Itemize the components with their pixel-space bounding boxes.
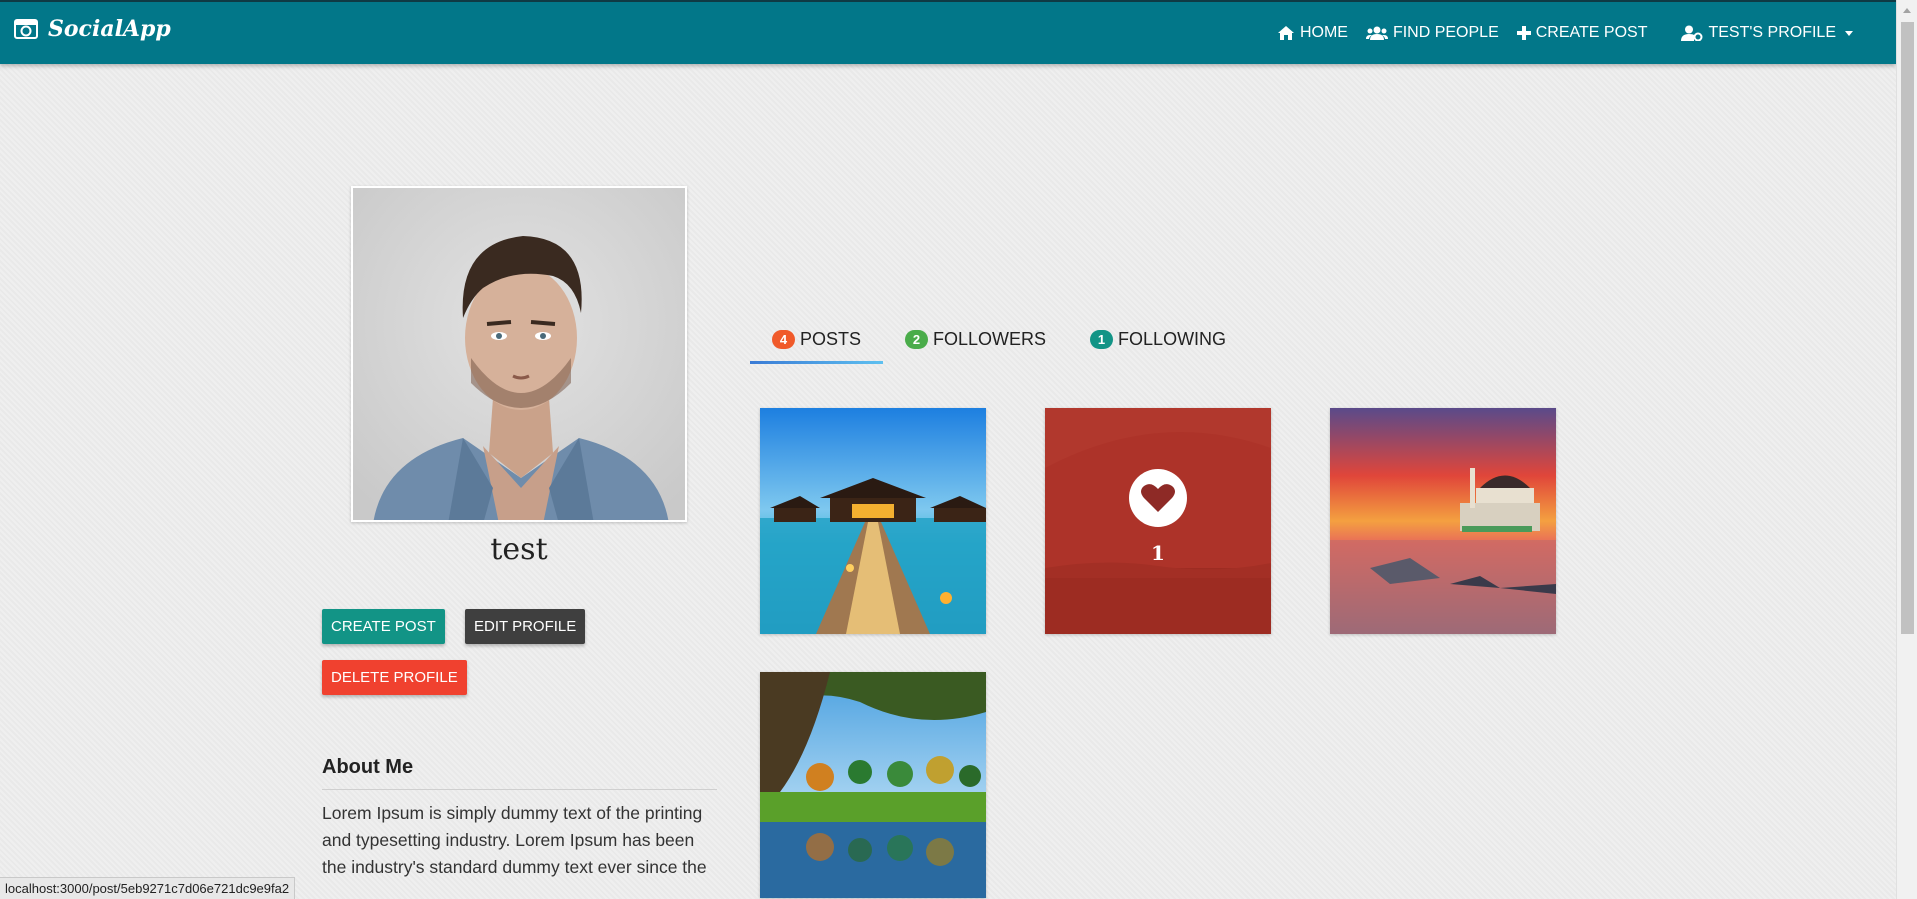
profile-avatar	[351, 186, 687, 522]
profile-username: test	[490, 532, 548, 567]
tab-following[interactable]: 1 FOLLOWING	[1068, 300, 1248, 364]
nav-links: HOME FIND PEOPLE CREATE POST TEST'S PROF…	[1268, 2, 1862, 64]
tab-following-label: FOLLOWING	[1118, 328, 1227, 349]
tree-lake-reflection-image	[760, 672, 986, 898]
caret-down-icon	[1845, 30, 1853, 36]
post-thumbnail[interactable]	[760, 408, 986, 634]
browser-status-url: localhost:3000/post/5eb9271c7d06e721dc9e…	[0, 877, 296, 899]
tab-posts[interactable]: 4 POSTS	[750, 300, 884, 364]
following-count-badge: 1	[1090, 329, 1114, 349]
mosque-sunset-image	[1330, 408, 1556, 634]
followers-count-badge: 2	[905, 329, 929, 349]
users-icon	[1365, 26, 1388, 40]
edit-profile-button[interactable]: EDIT PROFILE	[465, 609, 586, 644]
posts-count-badge: 4	[772, 329, 795, 349]
create-post-button[interactable]: CREATE POST	[322, 609, 445, 644]
post-thumbnail[interactable]	[1330, 408, 1556, 634]
post-hover-overlay: 1	[1045, 408, 1271, 634]
heart-icon	[1141, 484, 1175, 512]
overwater-bungalow-image	[760, 408, 986, 634]
nav-find-people-label: FIND PEOPLE	[1392, 24, 1499, 41]
plus-icon	[1516, 26, 1531, 40]
like-count: 1	[1151, 541, 1165, 565]
tab-posts-label: POSTS	[800, 328, 862, 349]
like-button[interactable]	[1129, 469, 1187, 527]
page-scrollbar[interactable]	[1896, 0, 1917, 899]
profile-tabs: 4 POSTS 2 FOLLOWERS 1 FOLLOWING	[750, 300, 1248, 364]
tab-followers-label: FOLLOWERS	[933, 328, 1047, 349]
tab-followers[interactable]: 2 FOLLOWERS	[883, 300, 1068, 364]
delete-profile-button[interactable]: DELETE PROFILE	[322, 660, 467, 695]
nav-home[interactable]: HOME	[1268, 24, 1357, 42]
about-me-text: Lorem Ipsum is simply dummy text of the …	[322, 803, 707, 877]
user-gear-icon	[1681, 25, 1703, 41]
scroll-up-arrow-icon[interactable]	[1903, 8, 1911, 13]
brand-name: SocialApp	[48, 16, 171, 42]
camera-icon	[14, 19, 38, 39]
nav-create-post[interactable]: CREATE POST	[1508, 24, 1657, 42]
about-me-heading: About Me	[322, 756, 717, 790]
nav-find-people[interactable]: FIND PEOPLE	[1357, 24, 1508, 42]
navbar: SocialApp HOME FIND PEOPLE CREATE POST T…	[0, 0, 1896, 64]
home-icon	[1277, 26, 1294, 40]
nav-create-post-label: CREATE POST	[1535, 24, 1648, 41]
nav-profile-dropdown[interactable]: TEST'S PROFILE	[1672, 24, 1862, 42]
scrollbar-thumb[interactable]	[1901, 22, 1914, 634]
post-thumbnail[interactable]	[760, 672, 986, 898]
brand-logo[interactable]: SocialApp	[14, 16, 171, 42]
nav-home-label: HOME	[1299, 24, 1348, 41]
nav-profile-label: TEST'S PROFILE	[1708, 24, 1836, 41]
post-thumbnail-hovered[interactable]: 1	[1045, 408, 1271, 634]
